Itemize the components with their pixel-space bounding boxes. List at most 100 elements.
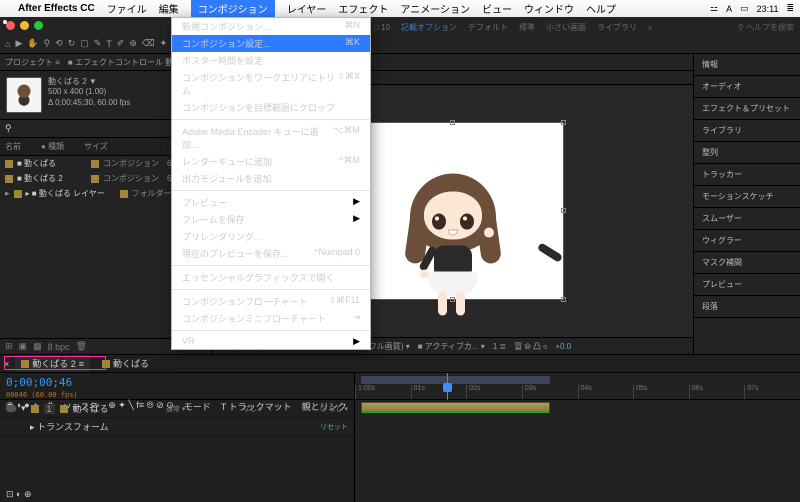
exposure-value[interactable]: +0.0 bbox=[555, 342, 571, 351]
mi-ame-queue[interactable]: Adobe Media Encoder キューに追加...⌥⌘M bbox=[172, 123, 370, 153]
transform-handle[interactable] bbox=[450, 120, 455, 125]
panel-wiggler[interactable]: ウィグラー bbox=[694, 230, 800, 252]
time-ruler[interactable]: 1:00s 01s 02s 03s 04s 05s 06s 07s bbox=[355, 385, 800, 399]
visibility-toggle[interactable] bbox=[6, 405, 16, 412]
close-tab-icon[interactable]: × bbox=[4, 359, 9, 369]
panel-paragraph[interactable]: 段落 bbox=[694, 296, 800, 318]
app-name[interactable]: After Effects CC bbox=[18, 3, 95, 14]
menu-view[interactable]: ビュー bbox=[482, 1, 512, 16]
mi-new-comp[interactable]: 新規コンポジション...⌘N bbox=[172, 18, 370, 35]
timeline-tab[interactable]: 動くぱる bbox=[96, 355, 155, 372]
panel-library[interactable]: ライブラリ bbox=[694, 120, 800, 142]
pen-tool-icon[interactable]: ✎ bbox=[94, 38, 102, 49]
panel-mask-interp[interactable]: マスク補間 bbox=[694, 252, 800, 274]
bpc-label[interactable]: 8 bpc bbox=[48, 342, 70, 352]
tab-menu-icon[interactable]: ≡ bbox=[79, 359, 84, 369]
viewer-icons[interactable]: 冒 ⦾ 凸 ⚬ bbox=[514, 341, 547, 352]
roto-tool-icon[interactable]: ✦ bbox=[160, 38, 168, 49]
ws-tab-active[interactable]: 記載オプション bbox=[401, 22, 457, 33]
minimize-button[interactable] bbox=[20, 21, 29, 30]
transform-handle[interactable] bbox=[450, 297, 455, 302]
mi-mini-flowchart[interactable]: コンポジションミニフローチャート⇥ bbox=[172, 310, 370, 327]
menu-effect[interactable]: エフェクト bbox=[338, 1, 388, 16]
effect-controls-tab[interactable]: ■ エフェクトコントロール 動 bbox=[68, 57, 173, 68]
col-type[interactable]: ● 種類 bbox=[41, 141, 64, 152]
menu-composition[interactable]: コンポジション bbox=[191, 0, 275, 17]
clock[interactable]: 23:11 bbox=[757, 4, 779, 14]
mi-vr[interactable]: VR▶ bbox=[172, 334, 370, 349]
help-search[interactable]: ⚲ ヘルプを検索 bbox=[738, 22, 794, 33]
trash-icon[interactable]: 🗑 bbox=[76, 341, 87, 352]
menu-file[interactable]: ファイル bbox=[107, 1, 147, 16]
mi-preview[interactable]: プレビュー▶ bbox=[172, 194, 370, 211]
eraser-tool-icon[interactable]: ⌫ bbox=[142, 38, 155, 49]
menu-edit[interactable]: 編集 bbox=[159, 1, 179, 16]
project-tab[interactable]: プロジェクト ≡ bbox=[5, 57, 60, 68]
transform-handle[interactable] bbox=[561, 120, 566, 125]
timeline-tab-active[interactable]: 動くぱる 2 ≡ bbox=[15, 355, 90, 372]
timeline-ruler-area[interactable]: 1:00s 01s 02s 03s 04s 05s 06s 07s bbox=[355, 373, 800, 399]
disclosure-icon[interactable]: ▾ bbox=[21, 403, 26, 414]
work-area-bar[interactable] bbox=[361, 376, 550, 384]
current-timecode[interactable]: 0;00;00;46 bbox=[6, 376, 72, 389]
hand-tool-icon[interactable]: ✋ bbox=[27, 38, 38, 49]
col-name[interactable]: 名前 bbox=[5, 141, 21, 152]
reset-link[interactable]: リセット bbox=[320, 422, 348, 432]
panel-tracker[interactable]: トラッカー bbox=[694, 164, 800, 186]
status-icon[interactable]: ⚍ bbox=[710, 3, 718, 14]
transform-handle[interactable] bbox=[561, 208, 566, 213]
col-size[interactable]: サイズ bbox=[84, 141, 108, 152]
comp-canvas[interactable] bbox=[343, 123, 563, 299]
ws-tab[interactable]: デフォルト bbox=[468, 22, 508, 33]
ws-tab[interactable]: ライブラリ bbox=[597, 22, 637, 33]
transform-group[interactable]: ▸ トランスフォーム リセット bbox=[0, 418, 354, 436]
rect-tool-icon[interactable]: ▢ bbox=[80, 38, 89, 49]
menu-layer[interactable]: レイヤー bbox=[287, 1, 327, 16]
ws-tab[interactable]: 小さい画面 bbox=[546, 22, 586, 33]
orbit-tool-icon[interactable]: ⟲ bbox=[55, 38, 63, 49]
mi-trim-work-area[interactable]: コンポジションをワークエリアにトリム⇧⌘X bbox=[172, 69, 370, 99]
camera-dropdown[interactable]: ■ アクティブカ... ▾ bbox=[418, 341, 485, 352]
text-tool-icon[interactable]: T bbox=[106, 39, 112, 49]
ws-tab[interactable]: □ 10 bbox=[374, 23, 390, 32]
mi-flowchart[interactable]: コンポジションフローチャート⇧⌘F11 bbox=[172, 293, 370, 310]
selection-tool-icon[interactable]: ▶ bbox=[15, 38, 22, 49]
transform-handle[interactable] bbox=[561, 297, 566, 302]
panel-audio[interactable]: オーディオ bbox=[694, 76, 800, 98]
panel-preview[interactable]: プレビュー bbox=[694, 274, 800, 296]
brush-tool-icon[interactable]: ✐ bbox=[117, 38, 125, 49]
layer-row[interactable]: ▾ 1 動くぱる 通常 ▾ なし ▾ ◎ なし ▾ bbox=[0, 400, 354, 418]
view-count[interactable]: 1 ≣ bbox=[493, 342, 506, 351]
timeline-footer-icons[interactable]: ⊡ ◐ ⊕ bbox=[6, 489, 32, 500]
comp-name[interactable]: 動くぱる 2 ▼ bbox=[48, 77, 130, 87]
panel-motion-sketch[interactable]: モーションスケッチ bbox=[694, 186, 800, 208]
close-button[interactable] bbox=[6, 21, 15, 30]
layer-duration-bar[interactable] bbox=[361, 402, 550, 413]
timeline-track-area[interactable] bbox=[355, 400, 800, 502]
parent-dropdown[interactable]: ◎ なし ▾ bbox=[320, 404, 348, 414]
status-icon[interactable]: ▭ bbox=[740, 3, 749, 14]
mi-save-frame[interactable]: フレームを保存▶ bbox=[172, 211, 370, 228]
home-icon[interactable]: ⌂ bbox=[5, 39, 10, 49]
ws-more-icon[interactable]: » bbox=[648, 23, 652, 32]
ws-tab[interactable]: 標準 bbox=[519, 22, 535, 33]
new-comp-icon[interactable]: ▦ bbox=[33, 341, 42, 352]
stamp-tool-icon[interactable]: ⊛ bbox=[129, 38, 137, 49]
mi-prerender[interactable]: プリレンダリング... bbox=[172, 228, 370, 245]
status-icon[interactable]: ≣ bbox=[786, 3, 794, 14]
panel-effects-presets[interactable]: エフェクト＆プリセット bbox=[694, 98, 800, 120]
disclosure-icon[interactable]: ▸ bbox=[5, 188, 10, 199]
trackmatte-dropdown[interactable]: なし ▾ bbox=[243, 404, 262, 414]
mi-essential-graphics[interactable]: エッセンシャルグラフィックスで開く bbox=[172, 269, 370, 286]
panel-smoother[interactable]: スムーザー bbox=[694, 208, 800, 230]
menu-window[interactable]: ウィンドウ bbox=[524, 1, 574, 16]
rotate-tool-icon[interactable]: ↻ bbox=[68, 38, 76, 49]
menu-help[interactable]: ヘルプ bbox=[586, 1, 616, 16]
blend-mode-dropdown[interactable]: 通常 ▾ bbox=[166, 404, 185, 414]
mi-comp-settings[interactable]: コンポジション設定...⌘K bbox=[172, 35, 370, 52]
interpret-icon[interactable]: ⊞ bbox=[5, 341, 13, 352]
project-search[interactable]: ⚲ bbox=[5, 123, 12, 133]
panel-info[interactable]: 情報 bbox=[694, 54, 800, 76]
zoom-button[interactable] bbox=[34, 21, 43, 30]
mi-render-queue[interactable]: レンダーキューに追加^⌘M bbox=[172, 153, 370, 170]
